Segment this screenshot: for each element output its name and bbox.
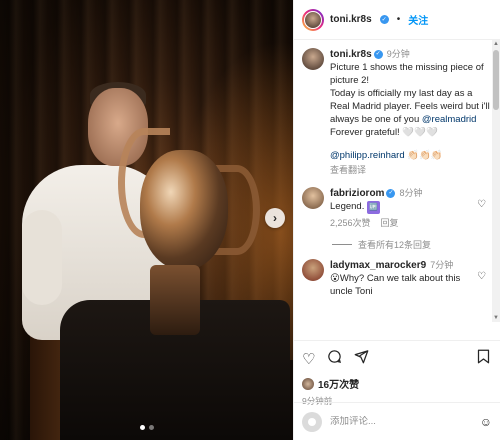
caption-avatar[interactable]	[302, 48, 324, 70]
next-photo-button[interactable]: ›	[265, 208, 285, 228]
trophy-cup	[140, 150, 228, 270]
trophy-base	[150, 265, 200, 335]
comment-likes[interactable]: 2,256次赞	[330, 217, 371, 230]
author-avatar[interactable]	[302, 8, 324, 31]
likes-count: 16万次赞	[318, 380, 360, 391]
post-side-panel: toni.kr8s ✓ • 关注 toni.kr8s ✓ 9分钟 Picture 1…	[293, 0, 500, 440]
comment-icon[interactable]	[327, 349, 342, 368]
verified-icon: ✓	[386, 188, 396, 198]
bookmark-icon[interactable]	[477, 349, 490, 368]
verified-icon: ✓	[373, 49, 383, 59]
comment-avatar[interactable]	[302, 259, 324, 281]
comment-emoji-badge: 🆙	[366, 201, 380, 214]
scroll-down-icon[interactable]: ▼	[493, 315, 499, 321]
view-replies-button[interactable]: 查看所有12条回复	[332, 238, 490, 251]
comment-text: Legend.	[330, 201, 367, 212]
comment-username[interactable]: ladymax_marocker9	[330, 260, 426, 271]
comment-text: 😮Why? Can we talk about this uncle Toni	[330, 273, 461, 297]
comment-username[interactable]: fabriziorom	[330, 188, 384, 199]
emoji-icon[interactable]: ☺	[480, 415, 492, 429]
caption-tag[interactable]: @philipp.reinhard	[330, 150, 405, 161]
comment-time: 7分钟	[430, 260, 454, 270]
liker-avatar	[302, 377, 314, 390]
caption-time: 9分钟	[386, 49, 410, 59]
caption-mention[interactable]: @realmadrid	[422, 114, 477, 125]
caption-tag-emoji: 👏🏻👏🏻👏🏻	[404, 150, 443, 161]
comments-list[interactable]: toni.kr8s ✓ 9分钟 Picture 1 shows the missin…	[294, 40, 500, 340]
heart-icon[interactable]: ♡	[302, 350, 315, 368]
follow-button[interactable]: 关注	[408, 12, 428, 27]
action-icons: ♡	[302, 349, 490, 368]
scroll-up-icon[interactable]: ▲	[493, 41, 499, 47]
reply-button[interactable]: 回复	[381, 217, 399, 230]
chevron-right-icon: ›	[273, 211, 277, 225]
person-arm	[22, 210, 62, 305]
replies-divider	[332, 244, 352, 245]
verified-icon: ✓	[379, 15, 389, 24]
post-header: toni.kr8s ✓ • 关注	[294, 0, 500, 40]
comment-item: ladymax_marocker9 7分钟 😮Why? Can we talk a…	[302, 259, 490, 298]
scroll-thumb[interactable]	[493, 50, 499, 110]
comment-time: 8分钟	[399, 188, 423, 198]
carousel-dot-2	[148, 425, 154, 430]
comment-avatar[interactable]	[302, 187, 324, 209]
carousel-dot-1	[139, 425, 145, 430]
caption-username[interactable]: toni.kr8s	[330, 49, 372, 60]
post-photo[interactable]: ›	[0, 0, 293, 440]
caption-text-after: Forever grateful! 🤍🤍🤍	[330, 127, 438, 138]
comment-input[interactable]	[330, 416, 472, 427]
separator-dot: •	[396, 14, 401, 25]
carousel-dots	[0, 425, 293, 430]
comment-heart-icon[interactable]: ♡	[477, 271, 486, 282]
caption: toni.kr8s ✓ 9分钟 Picture 1 shows the missin…	[302, 48, 490, 177]
comment-heart-icon[interactable]: ♡	[477, 199, 486, 210]
add-comment-bar: ☺	[294, 402, 500, 440]
author-username[interactable]: toni.kr8s	[330, 14, 372, 25]
user-avatar	[302, 411, 322, 432]
translate-link[interactable]: 查看翻译	[330, 164, 490, 177]
likes-summary[interactable]: 16万次赞	[302, 376, 490, 391]
post-container: › toni.kr8s ✓ • 关注 toni.kr8s ✓ 9分钟 Picture…	[0, 0, 500, 440]
view-replies-label: 查看所有12条回复	[358, 240, 432, 250]
comments-scrollbar[interactable]: ▲ ▼	[492, 40, 500, 322]
comment-item: fabriziorom ✓ 8分钟 Legend. 🆙 2,256次赞 回复 ♡	[302, 187, 490, 230]
share-icon[interactable]	[354, 349, 369, 368]
